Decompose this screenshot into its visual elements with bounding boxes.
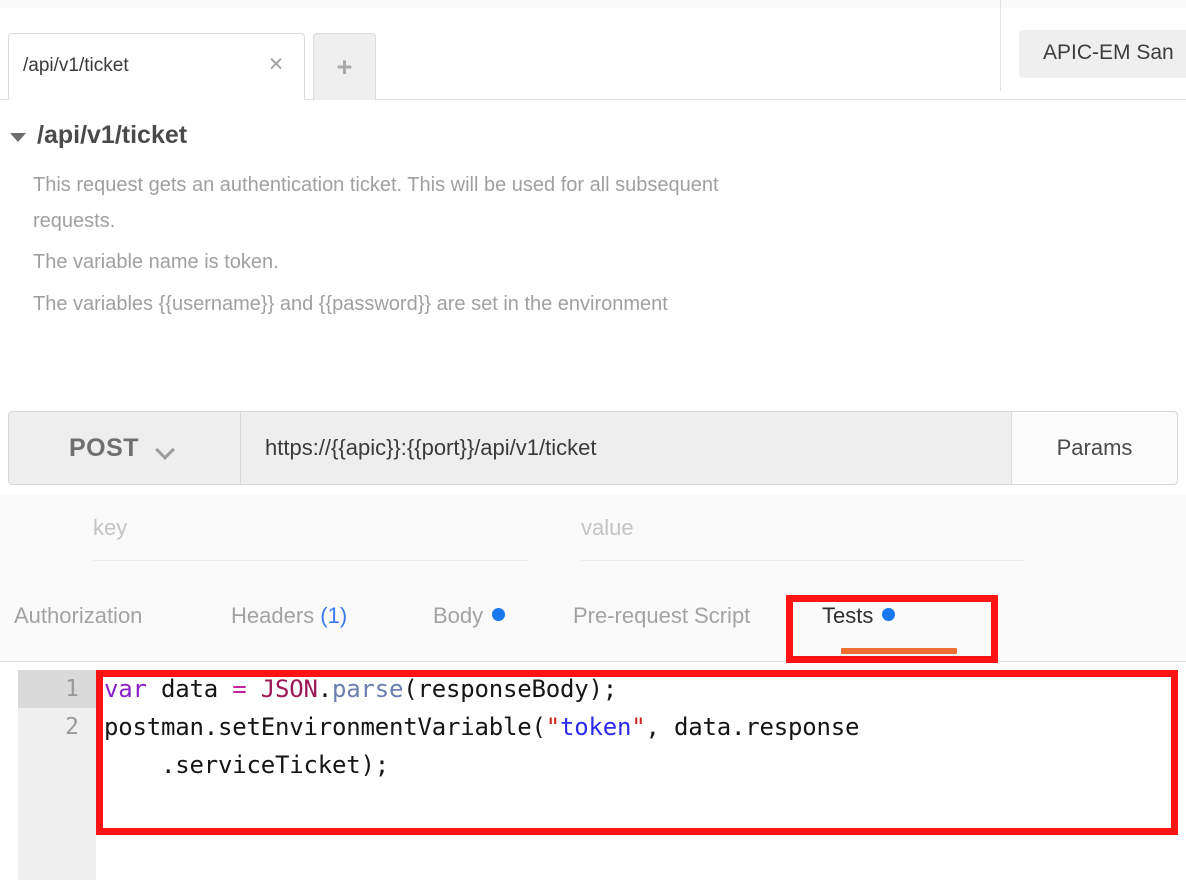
code-token: .serviceTicket); <box>104 751 389 779</box>
params-key-value-row: key value <box>0 495 1186 570</box>
code-token: , data.response <box>645 713 860 741</box>
url-bar: POST https://{{apic}}:{{port}}/api/v1/ti… <box>8 411 1178 485</box>
tab-body-label: Body <box>433 603 506 629</box>
param-value-input[interactable]: value <box>581 515 1024 561</box>
param-key-input[interactable]: key <box>93 515 528 561</box>
unsaved-dot-icon <box>882 608 896 621</box>
http-method-dropdown[interactable]: POST <box>9 412 241 484</box>
request-tab-label: /api/v1/ticket <box>23 55 129 76</box>
line-number: 2 <box>65 714 79 740</box>
editor-code-area[interactable]: var data = JSON.parse(responseBody); pos… <box>96 670 1178 880</box>
param-value-placeholder: value <box>581 515 634 540</box>
code-token: token <box>559 713 632 741</box>
tab-tests[interactable]: Tests <box>822 570 957 661</box>
tab-headers-text: Headers <box>231 603 315 628</box>
request-section-tabs: Authorization Headers (1) Body Pre-reque… <box>0 570 1186 662</box>
tab-headers-count: (1) <box>320 603 348 628</box>
tests-script-editor[interactable]: 1 2 var data = JSON.parse(responseBody);… <box>0 662 1186 880</box>
tab-strip-background <box>0 0 1186 8</box>
new-tab-button[interactable]: + <box>313 33 376 100</box>
page-title: /api/v1/ticket <box>37 121 188 149</box>
params-button[interactable]: Params <box>1011 412 1177 484</box>
url-input-value: https://{{apic}}:{{port}}/api/v1/ticket <box>265 435 597 460</box>
description-collapse-toggle[interactable]: /api/v1/ticket <box>10 121 187 150</box>
code-token: " <box>545 713 560 741</box>
environment-selector[interactable]: APIC-EM San <box>1019 30 1186 78</box>
code-token: postman.setEnvironmentVariable( <box>104 713 546 741</box>
request-tab-strip: /api/v1/ticket × + APIC-EM San <box>0 0 1186 100</box>
description-text: This request gets an authentication tick… <box>33 168 733 328</box>
code-token: var <box>104 675 147 703</box>
code-token: data <box>146 675 233 703</box>
code-token: . <box>317 675 332 703</box>
tab-tests-label: Tests <box>822 603 896 629</box>
tab-headers-label: Headers (1) <box>231 603 347 629</box>
code-token: " <box>631 713 646 741</box>
request-tab-ticket[interactable]: /api/v1/ticket × <box>8 33 305 100</box>
unsaved-dot-icon <box>492 608 506 621</box>
text-cursor <box>100 675 103 707</box>
description-paragraph: The variables {{username}} and {{passwor… <box>33 292 668 315</box>
tab-body[interactable]: Body <box>433 570 506 661</box>
description-paragraph: This request gets an authentication tick… <box>33 174 719 232</box>
tab-headers[interactable]: Headers (1) <box>231 570 347 661</box>
request-description-block: /api/v1/ticket This request gets an auth… <box>0 100 1186 385</box>
tab-tests-text: Tests <box>822 603 874 628</box>
code-token: JSON <box>260 675 318 703</box>
chevron-down-icon <box>157 443 173 453</box>
code-line-2: postman.setEnvironmentVariable("token", … <box>104 708 859 746</box>
plus-icon: + <box>336 52 353 82</box>
tab-tests-active-indicator <box>841 648 957 654</box>
http-method-label: POST <box>69 433 140 462</box>
close-icon[interactable]: × <box>264 52 288 77</box>
tab-body-text: Body <box>433 603 484 628</box>
code-line-1: var data = JSON.parse(responseBody); <box>104 670 617 708</box>
environment-divider <box>1000 0 1001 91</box>
tab-pre-request-script-label: Pre-request Script <box>573 603 751 628</box>
param-key-placeholder: key <box>93 515 128 540</box>
code-line-2-wrapped: .serviceTicket); <box>104 746 389 784</box>
tab-pre-request-script[interactable]: Pre-request Script <box>573 570 750 661</box>
editor-line-number-gutter: 1 2 <box>18 670 96 880</box>
tab-authorization-label: Authorization <box>14 603 143 628</box>
params-button-label: Params <box>1056 435 1133 460</box>
description-paragraph: The variable name is token. <box>33 251 279 274</box>
code-token: (responseBody); <box>403 675 617 703</box>
url-input[interactable]: https://{{apic}}:{{port}}/api/v1/ticket <box>241 412 1011 484</box>
tab-authorization[interactable]: Authorization <box>14 570 142 661</box>
code-token: parse <box>332 675 404 703</box>
line-number: 1 <box>18 670 96 708</box>
environment-selector-label: APIC-EM San <box>1043 41 1174 64</box>
chevron-down-icon <box>10 132 26 142</box>
code-token: = <box>232 675 247 703</box>
